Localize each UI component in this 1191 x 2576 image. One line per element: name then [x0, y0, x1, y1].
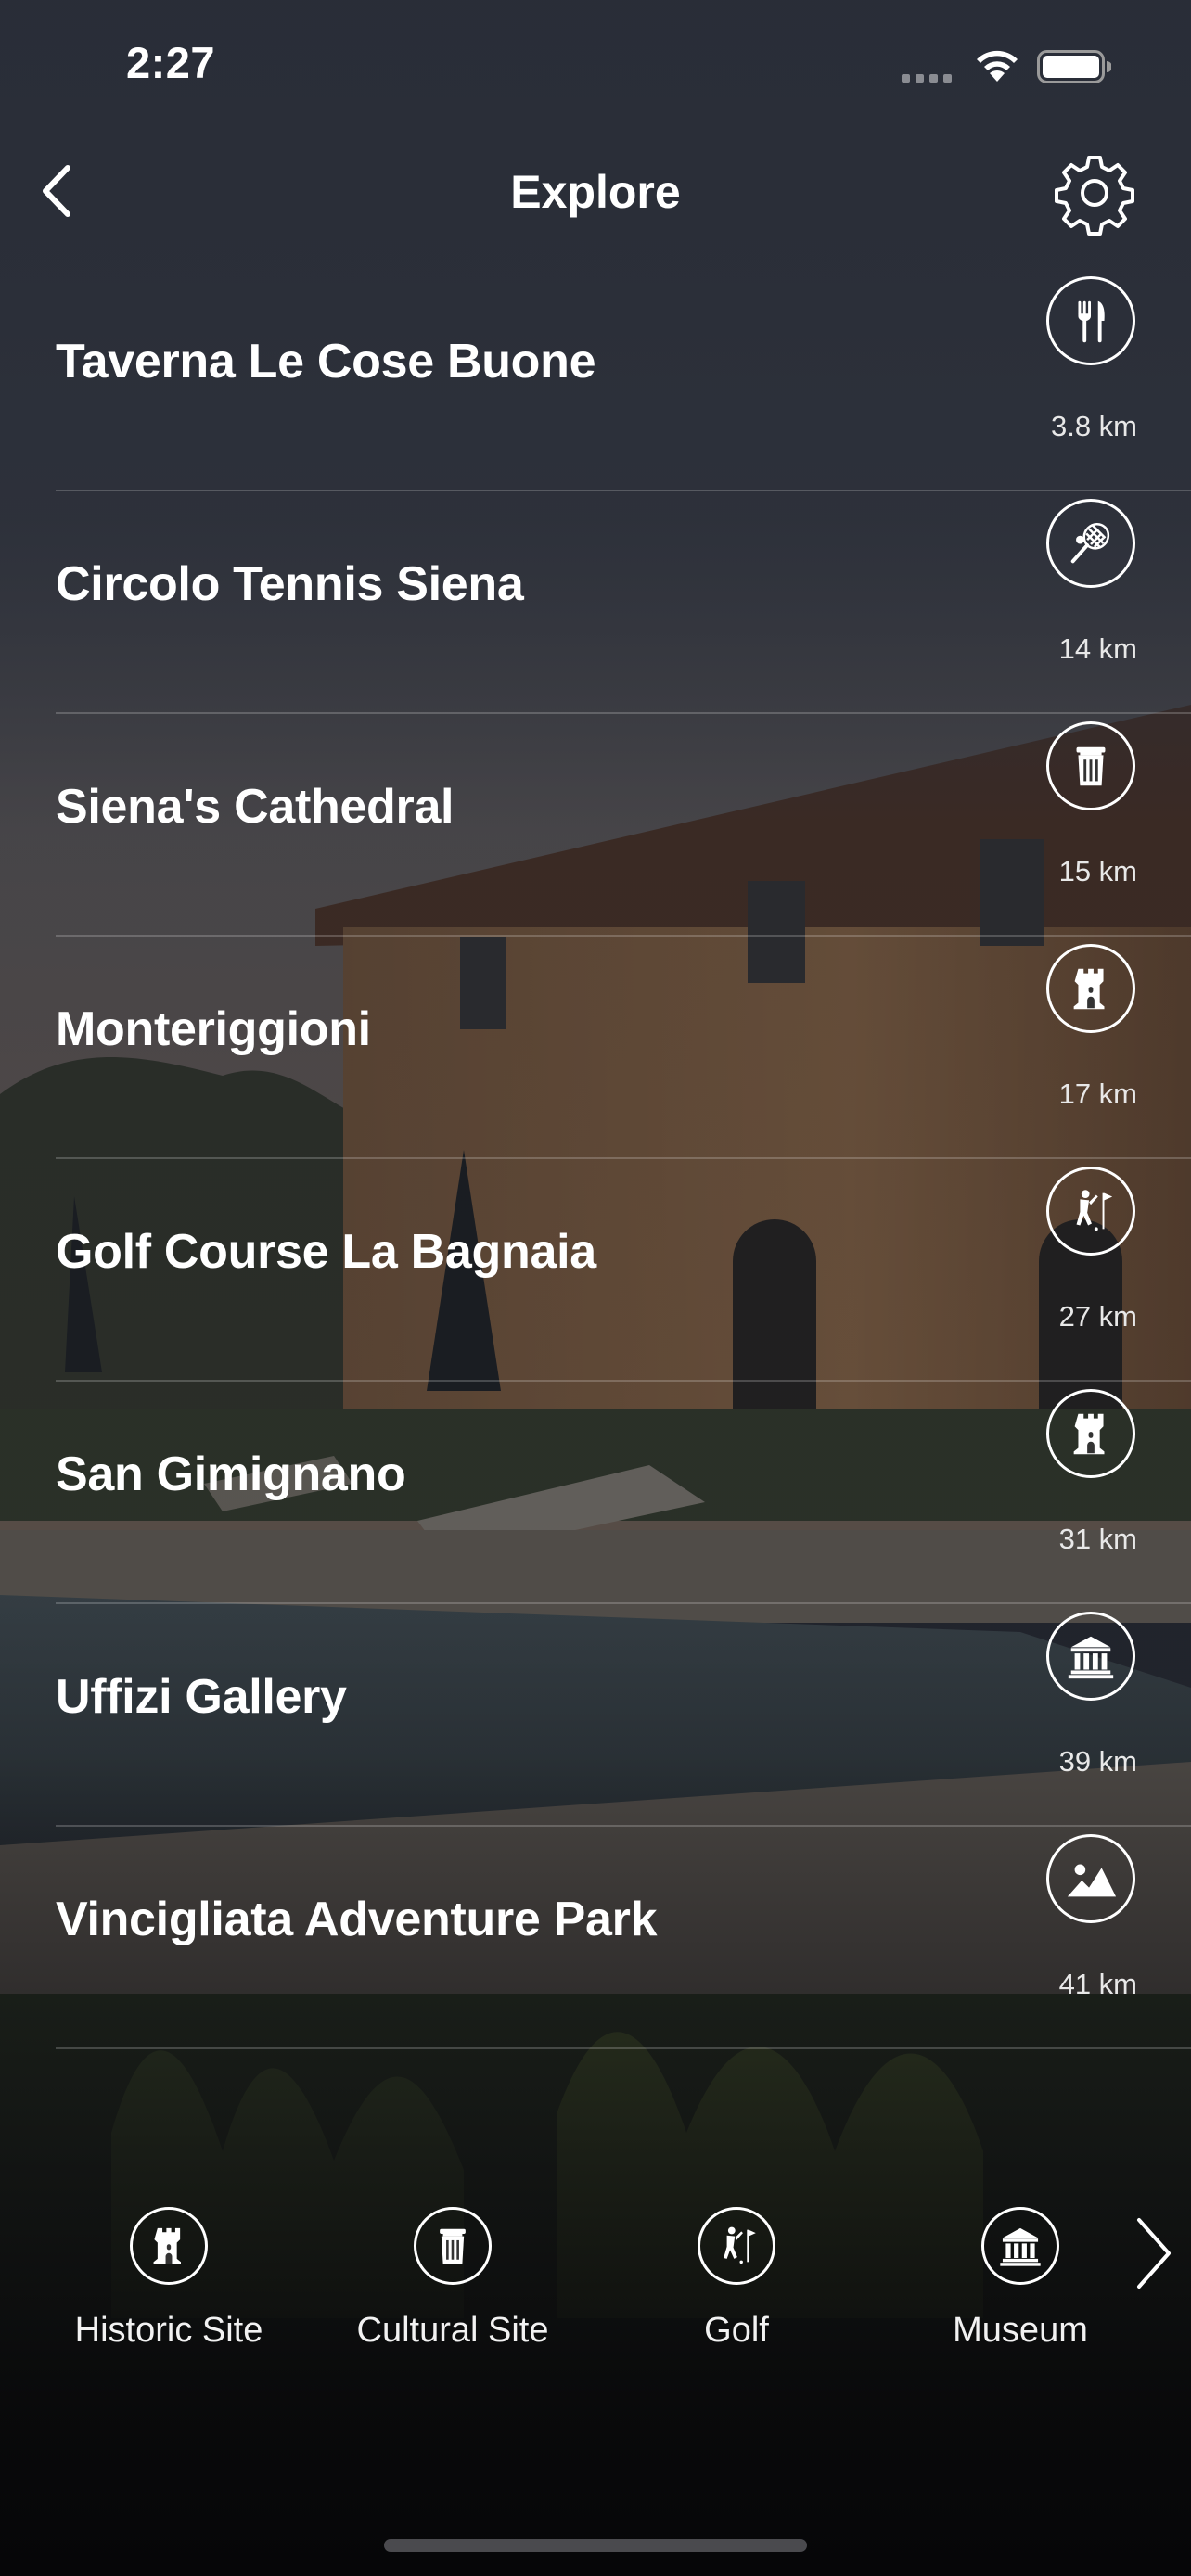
place-name: San Gimignano	[56, 1447, 406, 1501]
list-item[interactable]: Taverna Le Cose Buone 3.8 km	[0, 269, 1191, 491]
tennis-icon	[1046, 499, 1135, 588]
battery-icon	[1037, 50, 1111, 83]
category-label: Cultural Site	[356, 2311, 549, 2350]
status-time: 2:27	[126, 38, 216, 87]
wifi-icon	[977, 50, 1018, 82]
chevron-left-icon	[43, 165, 70, 217]
home-indicator[interactable]	[384, 2539, 807, 2552]
place-name: Circolo Tennis Siena	[56, 557, 524, 611]
list-item[interactable]: Golf Course La Bagnaia 27 km	[0, 1159, 1191, 1382]
places-list: Taverna Le Cose Buone 3.8 km Circolo Ten…	[0, 269, 1191, 2049]
list-item[interactable]: San Gimignano 31 km	[0, 1382, 1191, 1604]
landscape-icon	[1046, 1834, 1135, 1923]
page-title: Explore	[510, 166, 681, 218]
category-label: Museum	[953, 2311, 1088, 2350]
place-distance: 3.8 km	[1050, 410, 1137, 442]
place-name: Uffizi Gallery	[56, 1670, 347, 1724]
place-distance: 15 km	[1058, 855, 1137, 887]
category-next-button[interactable]	[1128, 2207, 1180, 2300]
list-item[interactable]: Uffizi Gallery 39 km	[0, 1604, 1191, 1827]
historic-site-icon	[130, 2207, 208, 2285]
settings-button[interactable]	[1052, 150, 1137, 236]
museum-icon	[981, 2207, 1059, 2285]
category-historic-site[interactable]: Historic Site	[48, 2207, 289, 2351]
chevron-right-icon	[1137, 2218, 1171, 2289]
gear-icon	[1055, 156, 1134, 236]
place-name: Taverna Le Cose Buone	[56, 335, 596, 389]
list-item[interactable]: Monteriggioni 17 km	[0, 937, 1191, 1159]
category-bar: Historic Site Cultural Site Golf Museum	[0, 2207, 1191, 2392]
list-item[interactable]: Circolo Tennis Siena 14 km	[0, 491, 1191, 714]
category-museum[interactable]: Museum	[900, 2207, 1141, 2351]
cultural-site-icon	[414, 2207, 492, 2285]
place-distance: 41 km	[1058, 1968, 1137, 2000]
place-name: Vincigliata Adventure Park	[56, 1893, 658, 1946]
cellular-signal-icon	[902, 74, 952, 83]
list-item[interactable]: Siena's Cathedral 15 km	[0, 714, 1191, 937]
category-label: Golf	[704, 2311, 769, 2350]
place-name: Monteriggioni	[56, 1002, 371, 1056]
category-golf[interactable]: Golf	[616, 2207, 857, 2351]
golf-icon	[1046, 1167, 1135, 1256]
place-distance: 17 km	[1058, 1078, 1137, 1110]
place-distance: 31 km	[1058, 1523, 1137, 1555]
restaurant-icon	[1046, 276, 1135, 365]
row-divider	[56, 2047, 1191, 2049]
place-distance: 39 km	[1058, 1745, 1137, 1778]
place-name: Siena's Cathedral	[56, 780, 455, 834]
place-distance: 14 km	[1058, 632, 1137, 665]
historic-site-icon	[1046, 1389, 1135, 1478]
cultural-site-icon	[1046, 721, 1135, 810]
place-distance: 27 km	[1058, 1300, 1137, 1333]
back-button[interactable]	[28, 156, 83, 226]
golf-icon	[698, 2207, 775, 2285]
historic-site-icon	[1046, 944, 1135, 1033]
status-bar: 2:27	[0, 0, 1191, 139]
list-item[interactable]: Vincigliata Adventure Park 41 km	[0, 1827, 1191, 2049]
place-name: Golf Course La Bagnaia	[56, 1225, 596, 1279]
category-cultural-site[interactable]: Cultural Site	[332, 2207, 573, 2351]
museum-icon	[1046, 1612, 1135, 1701]
category-label: Historic Site	[74, 2311, 263, 2350]
